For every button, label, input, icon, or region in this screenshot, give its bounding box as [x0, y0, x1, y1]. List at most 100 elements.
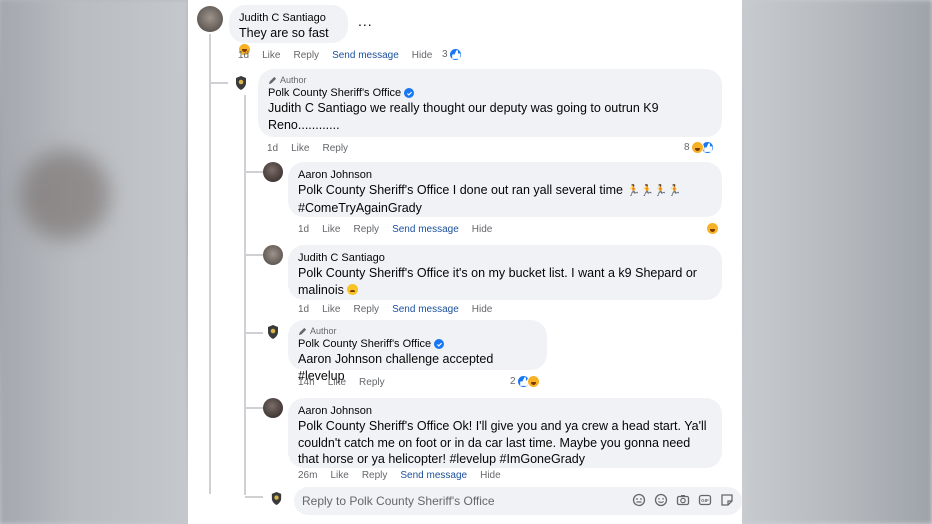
avatar[interactable] — [197, 6, 223, 32]
timestamp[interactable]: 14h — [298, 377, 315, 388]
hashtag-link[interactable]: #levelup — [449, 452, 496, 466]
haha-reaction-icon — [526, 375, 540, 388]
hide-button[interactable]: Hide — [412, 50, 433, 61]
sticker-icon[interactable] — [720, 493, 734, 507]
comment-bubble: Author Polk County Sheriff's Office Judi… — [258, 69, 722, 137]
send-message-button[interactable]: Send message — [400, 470, 467, 481]
hashtag-link[interactable]: #ImGoneGrady — [500, 452, 585, 466]
camera-icon[interactable] — [676, 493, 690, 507]
reply-button[interactable]: Reply — [353, 304, 379, 315]
comment-author[interactable]: Judith C Santiago — [239, 11, 338, 25]
timestamp[interactable]: 26m — [298, 470, 317, 481]
comment-author[interactable]: Polk County Sheriff's Office — [298, 337, 431, 351]
reply-button[interactable]: Reply — [322, 143, 348, 154]
send-message-button[interactable]: Send message — [332, 50, 399, 61]
send-message-button[interactable]: Send message — [392, 304, 459, 315]
mention-link[interactable]: Polk County Sheriff's Office — [298, 419, 449, 433]
reply-button[interactable]: Reply — [359, 377, 385, 388]
reaction-summary[interactable]: 2 — [510, 375, 540, 388]
comment-text: They are so fast — [239, 26, 329, 40]
author-label: Author — [280, 75, 307, 85]
comment-text: I done out ran yall several time — [449, 183, 627, 197]
reply-button[interactable]: Reply — [353, 224, 379, 235]
comment-author[interactable]: Aaron Johnson — [298, 168, 712, 182]
like-button[interactable]: Like — [262, 50, 280, 61]
like-reaction-icon — [448, 48, 462, 61]
haha-reaction-icon — [690, 141, 704, 154]
comment-author[interactable]: Polk County Sheriff's Office — [268, 86, 401, 100]
comment-actions: 1d Like Reply Send message Hide — [298, 304, 505, 315]
reaction-summary[interactable]: 8 — [684, 141, 714, 154]
thread-connector — [245, 407, 263, 409]
hide-button[interactable]: Hide — [472, 304, 493, 315]
reaction-summary[interactable] — [706, 222, 719, 235]
avatar[interactable] — [263, 162, 283, 182]
thread-connector — [245, 254, 263, 256]
comment-bubble: Author Polk County Sheriff's Office Aaro… — [288, 320, 547, 383]
timestamp[interactable]: 1d — [238, 50, 249, 61]
mention-link[interactable]: Judith C Santiago — [268, 101, 367, 115]
comment-actions: 1d Like Reply — [267, 143, 361, 154]
avatar-sticker-icon[interactable] — [632, 493, 646, 507]
reaction-count: 2 — [510, 376, 516, 387]
author-label: Author — [310, 326, 337, 336]
crying-emoji-icon — [347, 283, 359, 295]
timestamp[interactable]: 1d — [298, 304, 309, 315]
avatar[interactable] — [231, 73, 251, 93]
pencil-icon — [298, 327, 307, 336]
like-button[interactable]: Like — [322, 304, 340, 315]
reply-placeholder: Reply to Polk County Sheriff's Office — [302, 494, 495, 508]
emoji-icon[interactable] — [654, 493, 668, 507]
comment-bubble: Judith C Santiago They are so fast — [229, 5, 348, 55]
avatar[interactable] — [263, 322, 283, 342]
comment-bubble: Aaron Johnson Polk County Sheriff's Offi… — [288, 162, 722, 217]
pencil-icon — [268, 76, 277, 85]
reaction-count: 8 — [684, 142, 690, 153]
like-button[interactable]: Like — [328, 377, 346, 388]
background-blur-left — [0, 0, 188, 524]
comment-author[interactable]: Judith C Santiago — [298, 251, 712, 265]
comment-actions: 1d Like Reply Send message Hide — [298, 224, 505, 235]
like-button[interactable]: Like — [322, 224, 340, 235]
thread-connector — [245, 496, 263, 498]
verified-badge-icon — [404, 88, 415, 98]
thread-connector — [245, 171, 263, 173]
hide-button[interactable]: Hide — [480, 470, 501, 481]
like-button[interactable]: Like — [330, 470, 348, 481]
more-options-icon[interactable]: ... — [358, 13, 373, 29]
avatar — [267, 489, 285, 507]
comment-text: challenge accepted — [382, 352, 494, 366]
runner-emoji-icon: 🏃🏃🏃🏃 — [626, 185, 682, 197]
like-button[interactable]: Like — [291, 143, 309, 154]
hashtag-link[interactable]: #ComeTryAgainGrady — [298, 201, 422, 215]
avatar[interactable] — [263, 398, 283, 418]
reaction-count: 3 — [442, 49, 448, 60]
comment-bubble: Judith C Santiago Polk County Sheriff's … — [288, 245, 722, 300]
comment-actions: 1d Like Reply Send message Hide — [238, 50, 445, 61]
comment-actions: 14h Like Reply — [298, 377, 398, 388]
send-message-button[interactable]: Send message — [392, 224, 459, 235]
mention-link[interactable]: Polk County Sheriff's Office — [298, 266, 449, 280]
reply-input[interactable]: Reply to Polk County Sheriff's Office GI… — [294, 487, 742, 515]
timestamp[interactable]: 1d — [267, 143, 278, 154]
hide-button[interactable]: Hide — [472, 224, 493, 235]
comment-actions: 26m Like Reply Send message Hide — [298, 470, 514, 481]
thread-line — [244, 95, 246, 495]
background-blur-right — [742, 0, 932, 524]
verified-badge-icon — [434, 339, 445, 349]
thread-line — [209, 34, 211, 494]
reply-button[interactable]: Reply — [293, 50, 319, 61]
mention-link[interactable]: Aaron Johnson — [298, 352, 382, 366]
comment-bubble: Aaron Johnson Polk County Sheriff's Offi… — [288, 398, 722, 468]
haha-reaction-icon — [706, 222, 719, 235]
thread-connector — [245, 332, 263, 334]
reaction-summary[interactable]: 3 — [442, 48, 462, 61]
reply-button[interactable]: Reply — [362, 470, 388, 481]
avatar[interactable] — [263, 245, 283, 265]
mention-link[interactable]: Polk County Sheriff's Office — [298, 183, 449, 197]
comment-author[interactable]: Aaron Johnson — [298, 404, 712, 418]
svg-text:GIF: GIF — [701, 498, 709, 503]
timestamp[interactable]: 1d — [298, 224, 309, 235]
gif-icon[interactable]: GIF — [698, 493, 712, 507]
thread-connector — [210, 82, 228, 84]
